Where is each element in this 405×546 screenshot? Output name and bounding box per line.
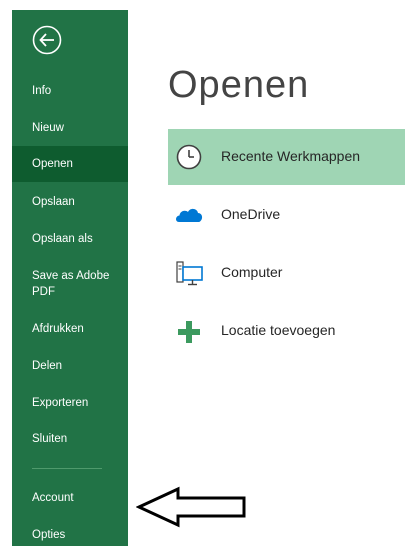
sidebar-item-exporteren[interactable]: Exporteren [12,395,128,411]
backstage-sidebar: Info Nieuw Openen Opslaan Opslaan als Sa… [12,10,128,546]
location-label: Locatie toevoegen [221,322,336,338]
location-recent-workbooks[interactable]: Recente Werkmappen [168,129,405,185]
sidebar-item-info[interactable]: Info [12,83,128,99]
location-onedrive[interactable]: OneDrive [168,187,405,243]
cloud-icon [176,208,203,222]
sidebar-item-afdrukken[interactable]: Afdrukken [12,321,128,337]
location-label: Computer [221,264,283,280]
sidebar-divider [32,468,102,469]
page-title: Openen [168,64,310,106]
clock-icon [176,144,202,170]
sidebar-item-nieuw[interactable]: Nieuw [12,120,128,136]
plus-icon [178,321,200,343]
sidebar-item-save-as-adobe-pdf[interactable]: Save as Adobe PDF [12,268,112,300]
sidebar-item-account[interactable]: Account [12,490,128,506]
sidebar-item-delen[interactable]: Delen [12,358,128,374]
sidebar-item-opties[interactable]: Opties [12,527,128,543]
sidebar-item-openen[interactable]: Openen [12,146,128,182]
computer-icon [176,261,203,286]
sidebar-item-sluiten[interactable]: Sluiten [12,431,128,447]
location-label: Recente Werkmappen [221,148,361,164]
arrow-annotation-icon [136,486,246,528]
sidebar-item-opslaan-als[interactable]: Opslaan als [12,231,128,247]
backstage-view: Info Nieuw Openen Opslaan Opslaan als Sa… [0,0,405,546]
back-button[interactable] [32,25,62,55]
back-arrow-icon [32,25,62,55]
sidebar-item-opslaan[interactable]: Opslaan [12,194,128,210]
location-label: OneDrive [221,206,281,222]
location-add-place[interactable]: Locatie toevoegen [168,303,405,359]
location-computer[interactable]: Computer [168,245,405,301]
